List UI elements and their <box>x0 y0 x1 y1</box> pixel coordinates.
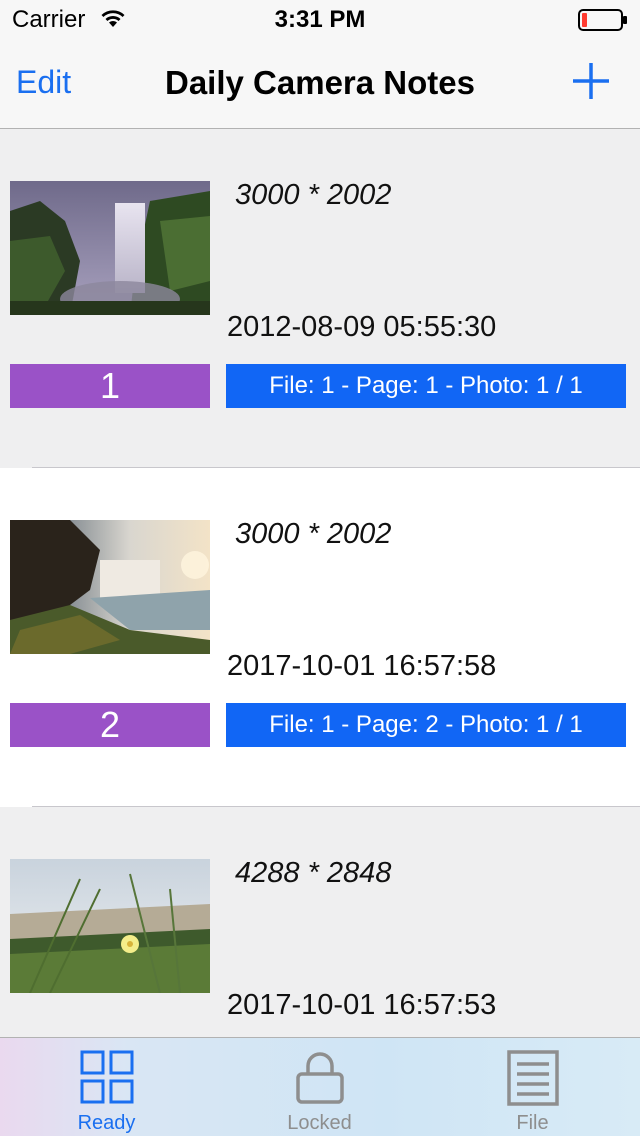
photo-thumbnail-waterfall-river <box>10 520 210 654</box>
photo-datetime: 2017-10-01 16:57:53 <box>227 989 497 1021</box>
photo-list: 3000 * 2002 2012-08-09 05:55:30 1 File: … <box>0 129 640 1136</box>
document-icon <box>506 1050 560 1111</box>
navigation-bar: Edit Daily Camera Notes <box>0 40 640 129</box>
photo-datetime: 2017-10-01 16:57:58 <box>227 650 497 682</box>
photo-number-badge: 1 <box>10 364 210 408</box>
file-page-photo-badge: File: 1 - Page: 1 - Photo: 1 / 1 <box>226 364 626 408</box>
list-item[interactable]: 3000 * 2002 2017-10-01 16:57:58 2 File: … <box>0 468 640 807</box>
photo-thumbnail-waterfall <box>10 181 210 315</box>
photo-datetime: 2012-08-09 05:55:30 <box>227 311 497 343</box>
tab-label: Locked <box>287 1112 352 1134</box>
tab-label: Ready <box>77 1112 136 1134</box>
tab-locked[interactable]: Locked <box>213 1038 426 1136</box>
tab-file[interactable]: File <box>426 1038 639 1136</box>
page-title: Daily Camera Notes <box>165 64 475 101</box>
battery-icon <box>578 9 628 36</box>
photo-dimensions: 4288 * 2848 <box>235 857 392 889</box>
tab-bar: Ready Locked File <box>0 1037 640 1136</box>
lock-icon <box>293 1050 347 1109</box>
status-time: 3:31 PM <box>274 6 366 33</box>
photo-dimensions: 3000 * 2002 <box>235 179 392 211</box>
photo-dimensions: 3000 * 2002 <box>235 518 392 550</box>
file-page-photo-badge: File: 1 - Page: 2 - Photo: 1 / 1 <box>226 703 626 747</box>
tab-label: File <box>516 1112 549 1134</box>
plus-icon[interactable] <box>572 62 610 105</box>
photo-thumbnail-flower-grass <box>10 859 210 993</box>
tab-ready[interactable]: Ready <box>0 1038 213 1136</box>
screen: Carrier 3:31 PM Edit Daily Camera Notes <box>0 0 640 1136</box>
list-item[interactable]: 3000 * 2002 2012-08-09 05:55:30 1 File: … <box>0 129 640 468</box>
photo-number-badge: 2 <box>10 703 210 747</box>
grid-icon <box>80 1050 134 1109</box>
status-bar: Carrier 3:31 PM <box>0 0 640 40</box>
